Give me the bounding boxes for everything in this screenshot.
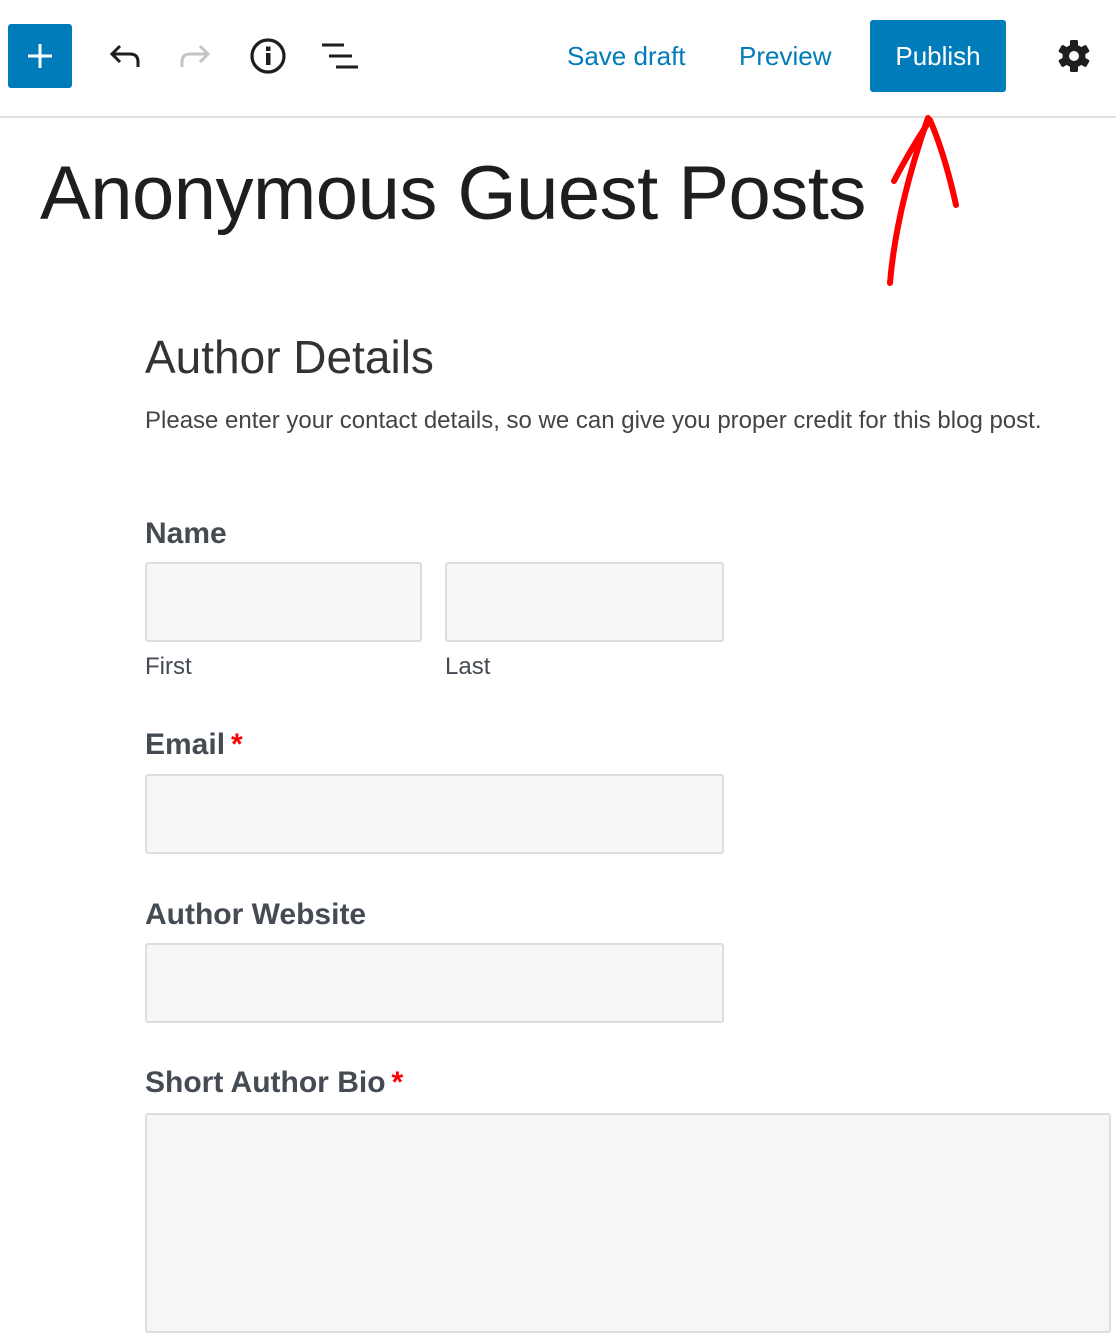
redo-icon — [180, 44, 211, 67]
last-name-input[interactable] — [445, 562, 724, 642]
undo-icon — [109, 44, 140, 67]
gear-icon — [1058, 40, 1090, 72]
name-label-text: Name — [145, 517, 227, 550]
last-name-sublabel: Last — [445, 653, 491, 680]
add-block-button[interactable] — [8, 24, 72, 88]
form-description: Please enter your contact details, so we… — [145, 407, 1042, 434]
post-title[interactable]: Anonymous Guest Posts — [40, 146, 866, 242]
author-bio-label-text: Short Author Bio — [145, 1066, 386, 1099]
author-website-label: Author Website — [145, 895, 366, 935]
form-heading: Author Details — [145, 331, 434, 383]
red-arrow-annotation — [887, 115, 959, 286]
author-website-label-text: Author Website — [145, 898, 367, 931]
first-name-input[interactable] — [145, 562, 422, 642]
author-website-input[interactable] — [145, 943, 724, 1023]
settings-button[interactable] — [1054, 36, 1094, 76]
email-label: Email * — [145, 725, 243, 765]
required-marker: * — [391, 1066, 404, 1099]
publish-button[interactable]: Publish — [870, 20, 1006, 92]
email-label-text: Email — [145, 728, 226, 761]
required-marker: * — [231, 728, 243, 761]
first-name-sublabel: First — [145, 653, 192, 680]
info-icon — [250, 38, 286, 74]
block-navigation-button[interactable] — [320, 36, 360, 76]
preview-button[interactable]: Preview — [739, 38, 831, 74]
name-label: Name — [145, 514, 227, 554]
redo-button[interactable] — [176, 36, 216, 76]
info-button[interactable] — [248, 36, 288, 76]
author-bio-textarea[interactable] — [145, 1113, 1111, 1333]
author-bio-label: Short Author Bio * — [145, 1063, 403, 1103]
email-input[interactable] — [145, 774, 724, 854]
undo-button[interactable] — [104, 36, 144, 76]
save-draft-button[interactable]: Save draft — [567, 38, 686, 74]
block-navigation-icon — [322, 43, 358, 69]
plus-icon — [28, 44, 52, 68]
